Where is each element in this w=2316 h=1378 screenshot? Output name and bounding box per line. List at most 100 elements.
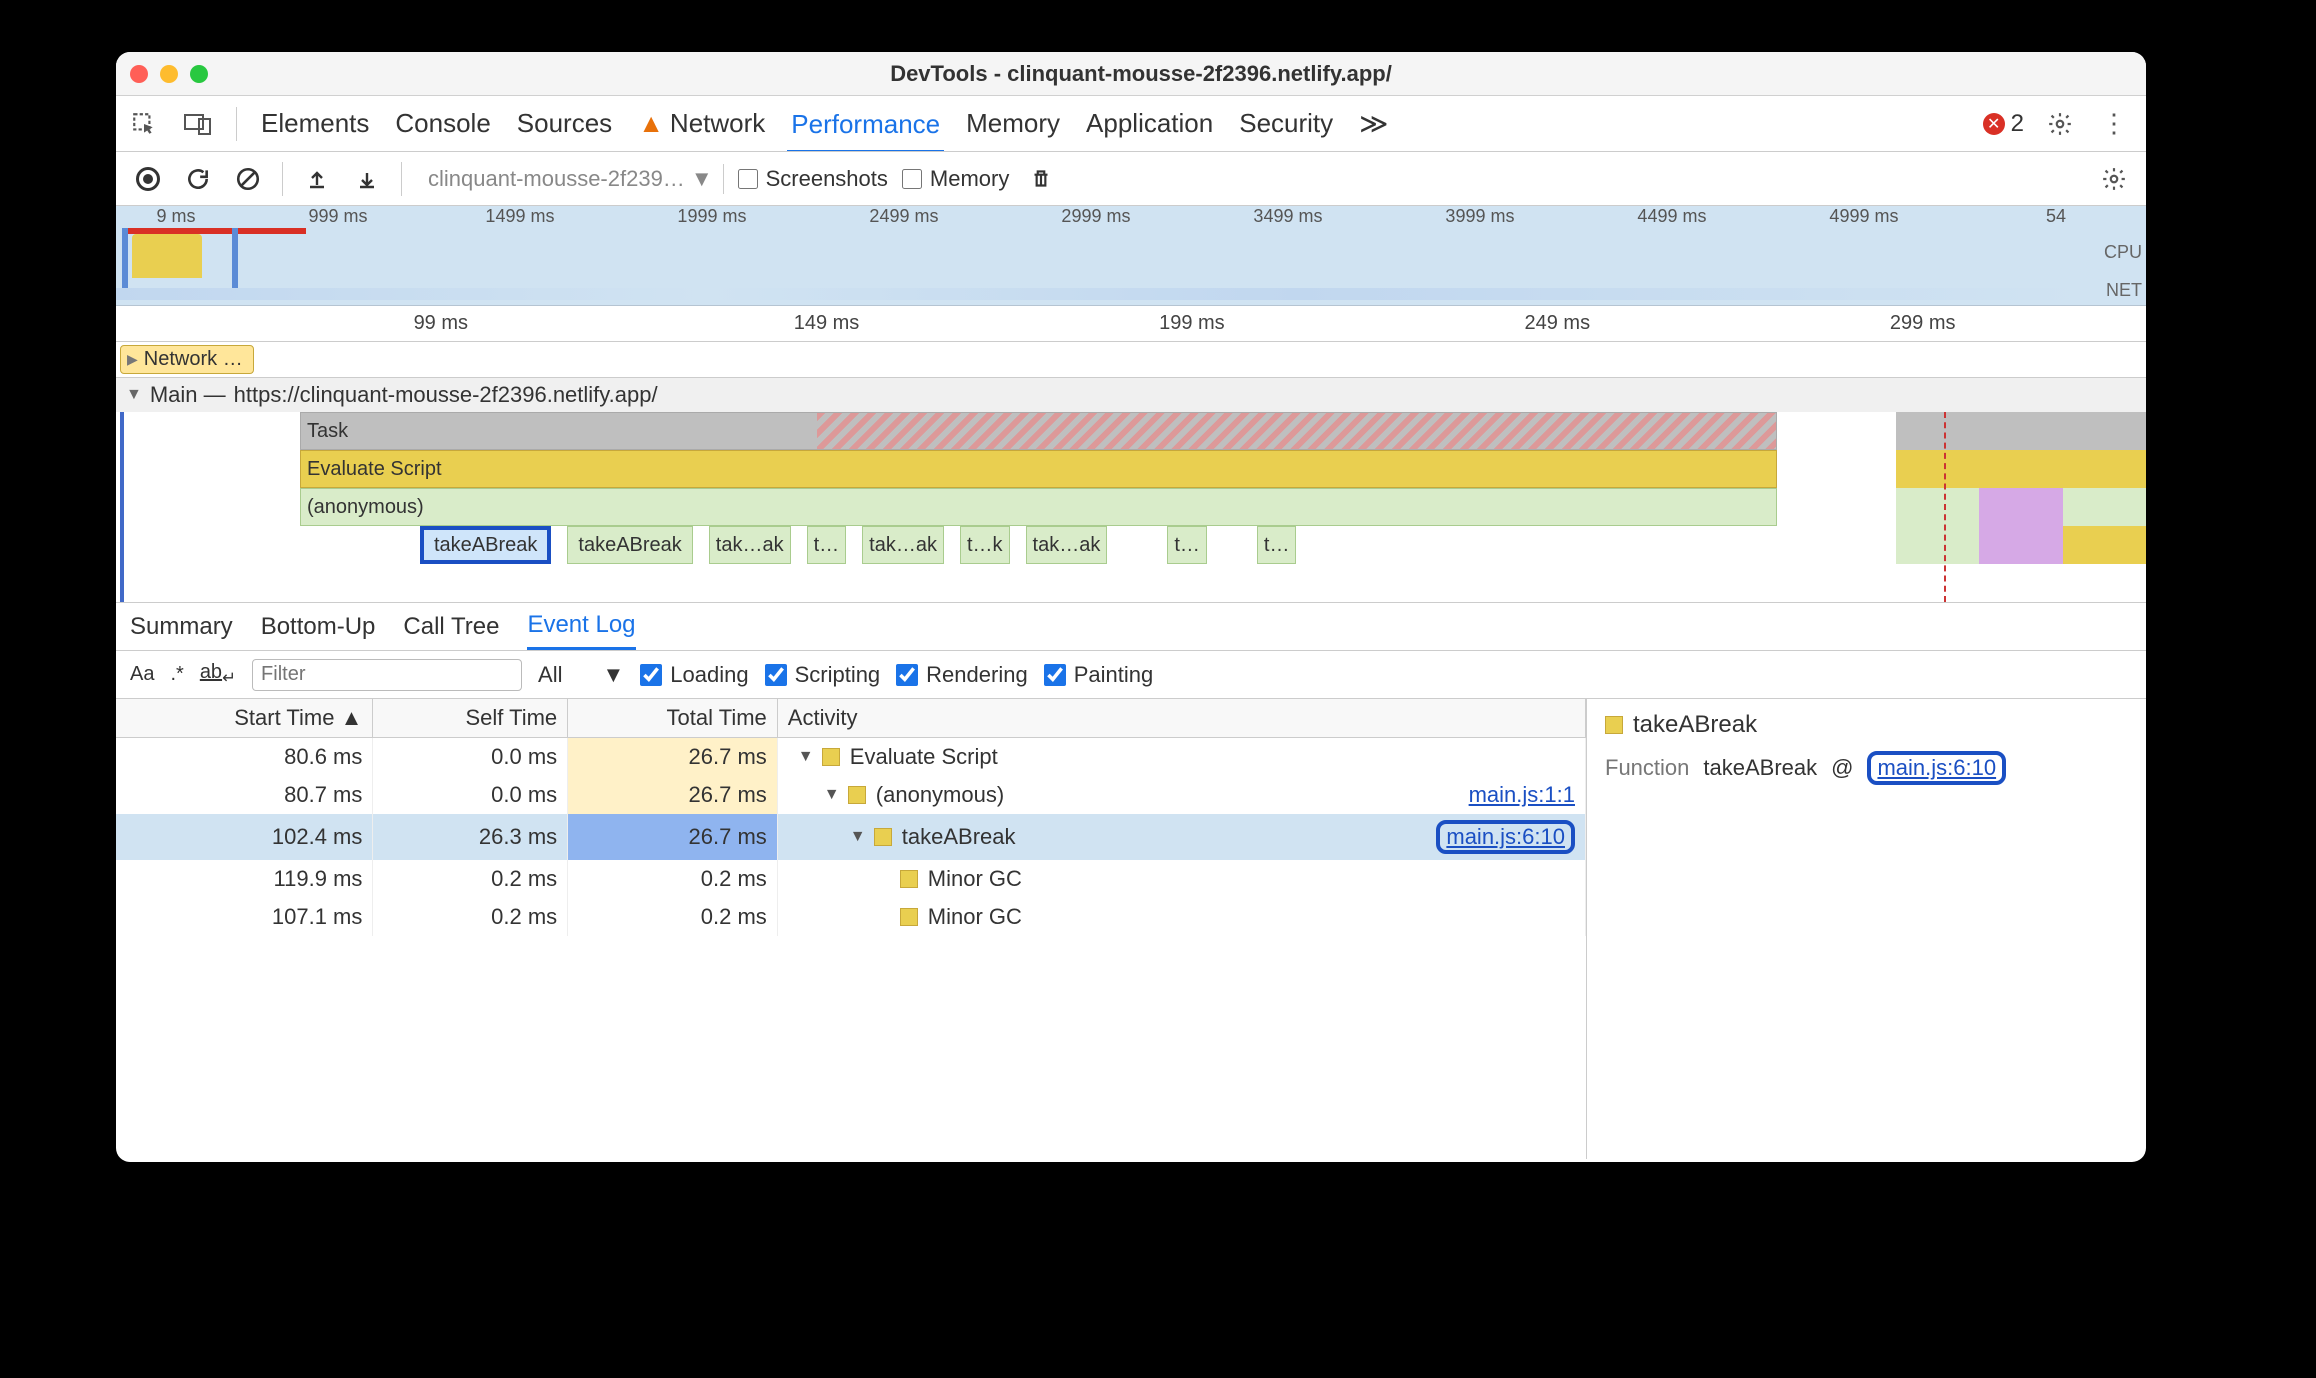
profile-selector[interactable]: clinquant-mousse-2f239…▼ xyxy=(418,164,724,194)
regex-toggle[interactable]: .* xyxy=(170,663,183,686)
flame-call-label: tak…ak xyxy=(869,534,937,557)
flame-call[interactable]: tak…ak xyxy=(1026,526,1108,564)
network-track-pill[interactable]: ▶ Network … xyxy=(120,345,254,374)
flame-call[interactable]: tak…ak xyxy=(709,526,791,564)
flame-call[interactable]: takeABreak xyxy=(567,526,692,564)
whole-word-toggle[interactable]: ab↵ xyxy=(200,661,236,688)
window-title: DevTools - clinquant-mousse-2f2396.netli… xyxy=(150,61,2132,87)
inspect-element-icon[interactable] xyxy=(126,106,162,142)
source-link[interactable]: main.js:1:1 xyxy=(1469,782,1575,808)
close-window-button[interactable] xyxy=(130,65,148,83)
network-track[interactable]: ▶ Network … xyxy=(116,342,2146,378)
scripting-swatch-icon xyxy=(1605,716,1623,734)
col-start-time[interactable]: Start Time ▲ xyxy=(116,699,373,738)
tab-sources[interactable]: Sources xyxy=(513,104,616,143)
flame-chart[interactable]: Task Evaluate Script (anonymous) takeABr… xyxy=(116,412,2146,602)
tab-performance[interactable]: Performance xyxy=(787,105,944,153)
subtab-event-log[interactable]: Event Log xyxy=(527,611,635,650)
divider xyxy=(282,162,283,196)
disclosure-icon[interactable]: ▼ xyxy=(850,828,864,846)
flame-evaluate-script[interactable]: Evaluate Script xyxy=(300,450,1777,488)
main-frame-header[interactable]: ▼ Main — https://clinquant-mousse-2f2396… xyxy=(116,378,2146,412)
scope-select[interactable]: All▼ xyxy=(538,662,624,688)
overview-net-stripe xyxy=(116,288,2086,300)
flame-anonymous[interactable]: (anonymous) xyxy=(300,488,1777,526)
event-log-filter-row: Aa .* ab↵ All▼ Loading Scripting Renderi… xyxy=(116,651,2146,699)
overview-window-left-handle[interactable] xyxy=(122,228,128,295)
painting-checkbox[interactable]: Painting xyxy=(1044,662,1154,688)
main-frame-title-prefix: Main — xyxy=(150,382,226,408)
tab-memory[interactable]: Memory xyxy=(962,104,1064,143)
timeline-overview[interactable]: 9 ms 999 ms 1499 ms 1999 ms 2499 ms 2999… xyxy=(116,206,2146,306)
subtab-summary[interactable]: Summary xyxy=(130,613,233,641)
subtab-bottom-up[interactable]: Bottom-Up xyxy=(261,613,376,641)
flame-call-selected[interactable]: takeABreak xyxy=(420,526,551,564)
col-total-time[interactable]: Total Time xyxy=(568,699,778,738)
tabs-overflow-button[interactable]: ≫ xyxy=(1355,103,1392,144)
table-row[interactable]: 119.9 ms0.2 ms0.2 msMinor GC xyxy=(116,860,1586,898)
disclosure-icon[interactable]: ▼ xyxy=(798,748,812,766)
rendering-checkbox[interactable]: Rendering xyxy=(896,662,1028,688)
flame-eval-label: Evaluate Script xyxy=(307,458,442,481)
download-profile-icon[interactable] xyxy=(349,161,385,197)
settings-gear-icon[interactable] xyxy=(2042,106,2078,142)
titlebar: DevTools - clinquant-mousse-2f2396.netli… xyxy=(116,52,2146,96)
capture-settings-gear-icon[interactable] xyxy=(2096,161,2132,197)
table-row[interactable]: 102.4 ms26.3 ms26.7 ms▼takeABreakmain.js… xyxy=(116,814,1586,860)
play-icon: ▶ xyxy=(127,351,138,368)
subtab-call-tree[interactable]: Call Tree xyxy=(403,613,499,641)
flame-task[interactable]: Task xyxy=(300,412,1777,450)
loading-checkbox[interactable]: Loading xyxy=(640,662,748,688)
flame-call[interactable]: t… xyxy=(1167,526,1207,564)
flame-call[interactable]: tak…ak xyxy=(862,526,944,564)
detail-source-link[interactable]: main.js:6:10 xyxy=(1877,755,1996,780)
record-button[interactable] xyxy=(130,161,166,197)
divider xyxy=(236,107,237,141)
tab-network[interactable]: ▲Network xyxy=(634,104,769,143)
reload-record-button[interactable] xyxy=(180,161,216,197)
devtools-window: DevTools - clinquant-mousse-2f2396.netli… xyxy=(116,52,2146,1162)
flame-call[interactable]: t… xyxy=(807,526,847,564)
tab-elements[interactable]: Elements xyxy=(257,104,373,143)
source-link[interactable]: main.js:6:10 xyxy=(1446,824,1565,849)
kebab-menu-icon[interactable]: ⋮ xyxy=(2096,106,2132,142)
upload-profile-icon[interactable] xyxy=(299,161,335,197)
cell-start-time: 107.1 ms xyxy=(116,898,373,936)
clear-button[interactable] xyxy=(230,161,266,197)
cell-activity: ▼takeABreakmain.js:6:10 xyxy=(777,814,1585,860)
event-log-table[interactable]: Start Time ▲ Self Time Total Time Activi… xyxy=(116,699,1586,1159)
tab-application[interactable]: Application xyxy=(1082,104,1217,143)
cell-start-time: 119.9 ms xyxy=(116,860,373,898)
chevron-down-icon: ▼ xyxy=(691,166,713,192)
memory-checkbox[interactable]: Memory xyxy=(902,166,1009,192)
profile-selector-label: clinquant-mousse-2f239… xyxy=(428,166,685,192)
collect-garbage-icon[interactable] xyxy=(1023,161,1059,197)
table-row[interactable]: 107.1 ms0.2 ms0.2 msMinor GC xyxy=(116,898,1586,936)
filter-input[interactable] xyxy=(252,659,522,691)
overview-body xyxy=(116,228,2086,305)
match-case-toggle[interactable]: Aa xyxy=(130,663,154,686)
flame-call[interactable]: t… xyxy=(1257,526,1297,564)
screenshots-label: Screenshots xyxy=(766,166,888,192)
tab-console[interactable]: Console xyxy=(391,104,494,143)
overview-window-right-handle[interactable] xyxy=(232,228,238,295)
device-toolbar-icon[interactable] xyxy=(180,106,216,142)
col-self-time[interactable]: Self Time xyxy=(373,699,568,738)
table-row[interactable]: 80.7 ms0.0 ms26.7 ms▼(anonymous)main.js:… xyxy=(116,776,1586,814)
disclosure-icon[interactable]: ▼ xyxy=(824,786,838,804)
flame-call-label: t… xyxy=(814,534,840,557)
table-row[interactable]: 80.6 ms0.0 ms26.7 ms▼Evaluate Script xyxy=(116,738,1586,777)
flame-call-label: t… xyxy=(1264,534,1290,557)
painting-label: Painting xyxy=(1074,662,1154,688)
main-frame-track: ▼ Main — https://clinquant-mousse-2f2396… xyxy=(116,378,2146,603)
flame-call-label: takeABreak xyxy=(434,534,537,557)
flame-call[interactable]: t…k xyxy=(960,526,1010,564)
scripting-swatch-icon xyxy=(900,908,918,926)
flame-call-label: tak…ak xyxy=(716,534,784,557)
col-activity[interactable]: Activity xyxy=(777,699,1585,738)
scripting-checkbox[interactable]: Scripting xyxy=(765,662,881,688)
flame-chart-gutter xyxy=(116,412,300,602)
tab-security[interactable]: Security xyxy=(1235,104,1337,143)
screenshots-checkbox[interactable]: Screenshots xyxy=(738,166,888,192)
error-count[interactable]: ✕ 2 xyxy=(1983,110,2024,138)
